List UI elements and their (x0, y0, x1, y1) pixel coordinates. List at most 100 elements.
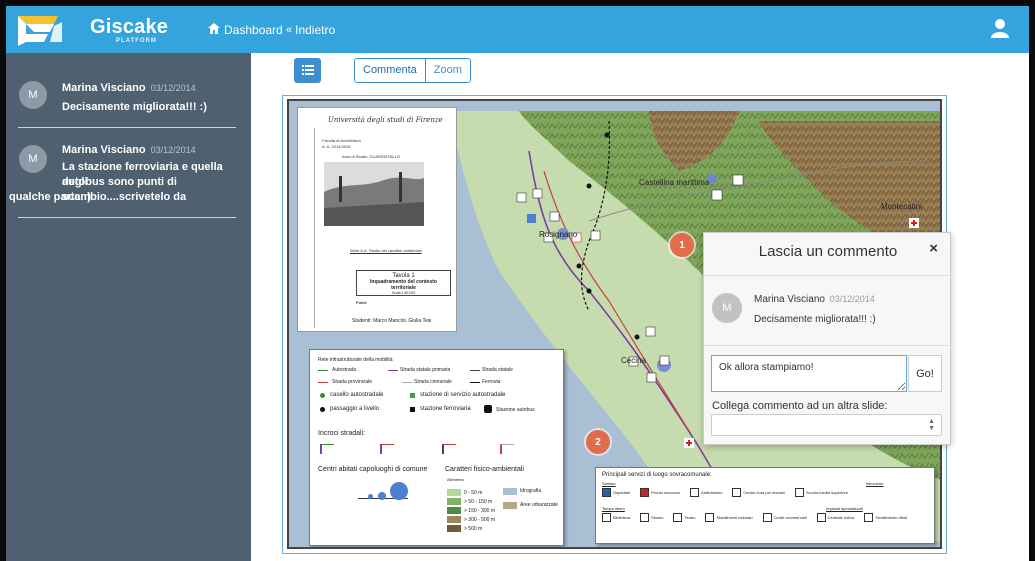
service-icon (762, 513, 772, 522)
close-icon[interactable]: × (929, 240, 938, 257)
service-icon (640, 513, 650, 522)
services-legend: Principali servizi di luogo sovracomunal… (595, 467, 935, 544)
table-scale: Scala 1:50.000 (391, 291, 416, 295)
comment-date: 03/12/2014 (150, 83, 196, 93)
popup-comment-text: Decisamente migliorata!!! :) (754, 314, 876, 325)
services-row: Ospedale Pronto soccorso Ambulatorio Centro… (602, 488, 848, 497)
legend-road: Strada statale (482, 367, 513, 373)
legend-urban: Aree urbanizzate (520, 502, 558, 508)
legend-road: Autostrada (332, 367, 357, 373)
comment-author: Marina Visciano 03/12/2014 (62, 82, 196, 94)
brand-name[interactable]: Giscake (90, 16, 168, 39)
avatar: M (19, 145, 47, 173)
comment-marker-2[interactable]: 2 (586, 430, 610, 454)
legend-altimetry-band: > 300 - 500 m (447, 515, 495, 524)
legend-road: Strada statale primaria (400, 367, 451, 373)
comment-author-name: Marina Visciano (62, 82, 146, 94)
legend-point: Stazione autobus (496, 407, 535, 413)
service-item: Ospedale (602, 488, 630, 497)
services-group: Tempo libero (602, 506, 625, 511)
nav-back-label: Indietro (295, 23, 336, 37)
link-slide-select[interactable]: ▲ ▼ (711, 414, 942, 436)
services-group: Impianti specializzati (826, 506, 863, 511)
service-label: Stabilimenti balneari (716, 515, 753, 520)
service-icon (690, 488, 700, 497)
service-label: Smaltimento rifiuti (875, 515, 908, 520)
comment-text: Decisamente migliorata!!! :) (62, 101, 207, 113)
legend-physical-title: Caratteri fisico-ambientali (445, 466, 524, 473)
legend-altimetry: Altimetria (447, 477, 464, 482)
list-icon (301, 62, 314, 80)
tab-zoom[interactable]: Zoom (425, 59, 470, 82)
service-icon (705, 513, 715, 522)
comment-date: 03/12/2014 (150, 145, 196, 155)
altimetry-bands: 0 - 50 m > 50 - 150 m > 150 - 300 m > 300 -… (447, 488, 495, 533)
comment-marker-1[interactable]: 1 (670, 233, 694, 257)
band-swatch (447, 489, 461, 496)
avatar: M (19, 81, 47, 109)
service-icon (640, 488, 650, 497)
divider (704, 275, 952, 276)
legend-point: casello autostradale (330, 392, 384, 398)
services-group: Sanitari (602, 481, 616, 486)
divider (18, 127, 236, 128)
services-group: Istruzione (866, 481, 884, 486)
avatar: M (712, 293, 742, 323)
service-icon (864, 513, 874, 522)
chevron-updown-icon: ▲ ▼ (928, 418, 935, 432)
nav-dashboard-link[interactable]: Dashboard (208, 23, 283, 37)
service-icon (602, 488, 611, 497)
slide-title-panel: Università degli studi di Firenze Facolt… (297, 107, 457, 332)
comment-author: Marina Visciano 03/12/2014 (62, 144, 196, 156)
legend-road: Ferrovia (482, 379, 501, 385)
map-label-montecatini: Montecatini (881, 202, 922, 211)
service-label: Centri commerciali (773, 515, 807, 520)
nav-back-link[interactable]: « Indietro (286, 23, 335, 37)
service-item: Teatro (673, 513, 695, 522)
service-label: Scuola media superiore (805, 490, 848, 495)
giscake-logo-icon[interactable] (14, 12, 66, 48)
service-icon (673, 513, 683, 522)
comments-sidebar: M Marina Visciano 03/12/2014 Decisamente… (6, 53, 251, 561)
service-label: Teatro (684, 515, 696, 520)
service-icon (732, 488, 742, 497)
service-label: Biblioteca (613, 515, 631, 520)
academic-year: A. A. 2014/2015 (322, 144, 351, 149)
table-subtitle: Inquadramento del contesto territoriale (370, 279, 437, 291)
tab-commenta[interactable]: Commenta (355, 59, 426, 82)
legend-hydro: Idrografia (520, 488, 542, 494)
legend-altimetry-band: > 50 - 150 m (447, 497, 495, 506)
legend-point: stazione di servizio autostradale (420, 392, 506, 398)
legend-point: passaggio a livello (330, 406, 380, 412)
divider (704, 345, 952, 346)
service-item: Stabilimenti balneari (705, 513, 753, 522)
top-navbar: Giscake PLATFORM Dashboard « Indietro (6, 6, 1029, 53)
faculty-name: Facoltà di Architettura (322, 138, 361, 143)
comment-text-line: qualche parte :) (9, 191, 91, 203)
link-slide-label: Collega commento ad un altra slide: (712, 400, 888, 412)
legend-altimetry-band: > 500 m (447, 524, 495, 533)
brand-subtitle: PLATFORM (116, 38, 157, 44)
table-title-box: Tavola 1 Inquadramento del contesto terr… (356, 270, 451, 296)
legend-centers-title: Centri abitati capoluoghi di comune (318, 466, 428, 473)
service-icon (816, 513, 826, 522)
comment-author-name: Marina Visciano (62, 144, 146, 156)
service-label: Ambulatorio (701, 490, 723, 495)
slide-list-button[interactable] (294, 58, 321, 83)
map-label-rosignano: Rosignano (539, 230, 578, 239)
nav-dashboard-label: Dashboard (224, 23, 283, 37)
band-label: > 50 - 150 m (464, 498, 493, 505)
service-label: Centro cura per anziani (743, 490, 785, 495)
legend-road: Strada provinciale (332, 379, 373, 385)
map-legend: Rete infrastrutturale della mobilità Aut… (309, 349, 564, 546)
legend-title: Rete infrastrutturale della mobilità (318, 357, 393, 363)
band-label: 0 - 50 m (464, 489, 483, 496)
service-label: Ospedale (613, 490, 631, 495)
user-icon[interactable] (991, 18, 1009, 38)
service-label: Museo (651, 515, 664, 520)
service-item: Centri commerciali (762, 513, 807, 522)
comment-input[interactable]: Ok allora stampiamo! (711, 355, 907, 392)
home-icon (208, 23, 220, 37)
band-swatch (447, 516, 461, 523)
submit-comment-button[interactable]: Go! (908, 355, 942, 392)
